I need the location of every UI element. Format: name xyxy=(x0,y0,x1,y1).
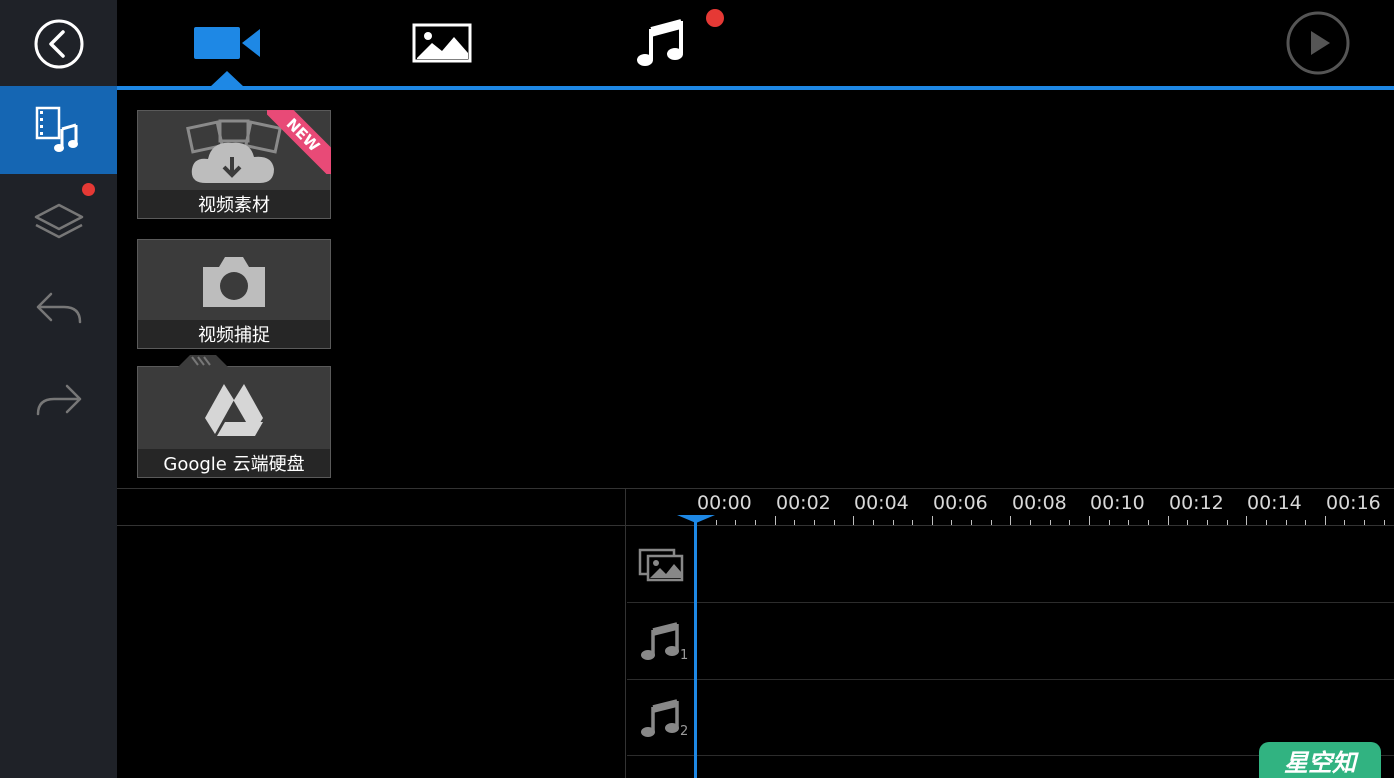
music-track-icon xyxy=(640,622,679,660)
ruler-tick xyxy=(893,520,894,525)
ruler-label: 00:08 xyxy=(1012,492,1067,514)
ruler-tick xyxy=(1384,520,1385,525)
ruler-tick xyxy=(834,520,835,525)
ruler-label: 00:00 xyxy=(697,492,752,514)
timeline-panel xyxy=(117,488,1394,778)
track-header-video[interactable] xyxy=(627,527,694,603)
redo-button[interactable] xyxy=(0,354,117,442)
folder-tab-decoration xyxy=(178,355,228,367)
ruler-tick xyxy=(991,520,992,525)
ruler-label: 00:06 xyxy=(933,492,988,514)
ruler-tick xyxy=(912,520,913,525)
track-divider xyxy=(627,679,1394,680)
ruler-tick xyxy=(932,516,933,525)
ruler-tick xyxy=(814,520,815,525)
ruler-tick xyxy=(1109,520,1110,525)
ruler-tick xyxy=(1344,520,1345,525)
sidebar-item-media[interactable] xyxy=(0,86,117,174)
ruler-tick xyxy=(755,520,756,525)
layers-icon xyxy=(34,203,83,239)
ruler-label: 00:14 xyxy=(1247,492,1302,514)
ruler-tick xyxy=(1305,520,1306,525)
ruler-tick xyxy=(1227,520,1228,525)
track-divider xyxy=(627,602,1394,603)
track-header-music-2[interactable] xyxy=(627,680,694,756)
watermark-logo: 星空知 xyxy=(1259,742,1381,778)
tile-google-drive[interactable]: Google 云端硬盘 xyxy=(137,355,331,478)
ruler-tick xyxy=(1168,516,1169,525)
ruler-tick xyxy=(1030,520,1031,525)
back-icon xyxy=(34,19,83,69)
ruler-tick xyxy=(1266,520,1267,525)
ruler-tick xyxy=(1050,520,1051,525)
tile-label: Google 云端硬盘 xyxy=(138,449,330,477)
google-drive-icon xyxy=(205,384,263,436)
tile-label: 视频捕捉 xyxy=(138,320,330,348)
ruler-tick xyxy=(1246,516,1247,525)
tab-music[interactable] xyxy=(620,0,700,86)
tile-video-capture[interactable]: 视频捕捉 xyxy=(137,239,331,349)
play-icon xyxy=(1286,11,1350,75)
ruler-label: 00:04 xyxy=(854,492,909,514)
ruler-tick xyxy=(1128,520,1129,525)
track-header-divider xyxy=(625,488,626,778)
tile-video-material[interactable]: 视频素材 NEW xyxy=(137,110,331,219)
ruler-tick xyxy=(951,520,952,525)
ruler-tick xyxy=(1010,516,1011,525)
ruler-tick xyxy=(853,516,854,525)
ruler-tick xyxy=(1069,520,1070,525)
ruler-label: 00:10 xyxy=(1090,492,1145,514)
ruler-tick xyxy=(1364,520,1365,525)
music-tab-badge xyxy=(706,9,724,27)
ruler-tick xyxy=(1148,520,1149,525)
media-tab-bar xyxy=(117,0,1394,86)
tile-label: 视频素材 xyxy=(138,190,330,218)
video-image-track-icon xyxy=(638,548,683,582)
playhead[interactable] xyxy=(694,518,697,778)
video-camera-icon xyxy=(194,27,260,59)
ruler-label: 00:16 xyxy=(1326,492,1380,514)
ruler-tick xyxy=(735,520,736,525)
sidebar-item-layers[interactable] xyxy=(0,176,117,264)
music-track-icon xyxy=(640,699,679,737)
active-tab-pointer xyxy=(210,71,244,87)
ruler-tick xyxy=(1325,516,1326,525)
camera-icon xyxy=(203,257,265,307)
ruler-tick xyxy=(775,516,776,525)
ruler-bottom-line xyxy=(117,525,1394,526)
image-icon xyxy=(412,23,472,63)
layers-badge xyxy=(82,183,95,196)
music-note-icon xyxy=(637,19,683,66)
ruler-tick xyxy=(794,520,795,525)
track-number: 1 xyxy=(680,648,689,663)
ruler-label: 00:12 xyxy=(1169,492,1224,514)
media-library-icon xyxy=(35,106,78,152)
timeline-top-border xyxy=(117,488,1394,489)
ruler-tick xyxy=(1089,516,1090,525)
left-sidebar xyxy=(0,0,117,778)
ruler-label: 00:02 xyxy=(776,492,831,514)
ruler-tick xyxy=(1286,520,1287,525)
back-button[interactable] xyxy=(0,0,117,88)
new-ribbon: NEW xyxy=(267,110,331,174)
ruler-tick xyxy=(873,520,874,525)
ruler-tick xyxy=(971,520,972,525)
track-number: 2 xyxy=(680,724,689,739)
ruler-tick xyxy=(1187,520,1188,525)
undo-icon xyxy=(36,292,81,324)
track-header-music-1[interactable] xyxy=(627,603,694,679)
tab-underline xyxy=(117,86,1394,90)
play-preview-button[interactable] xyxy=(1280,0,1356,86)
ruler-tick xyxy=(716,520,717,525)
undo-button[interactable] xyxy=(0,264,117,352)
ruler-tick xyxy=(1207,520,1208,525)
tab-photo[interactable] xyxy=(400,0,484,86)
redo-icon xyxy=(36,384,81,416)
